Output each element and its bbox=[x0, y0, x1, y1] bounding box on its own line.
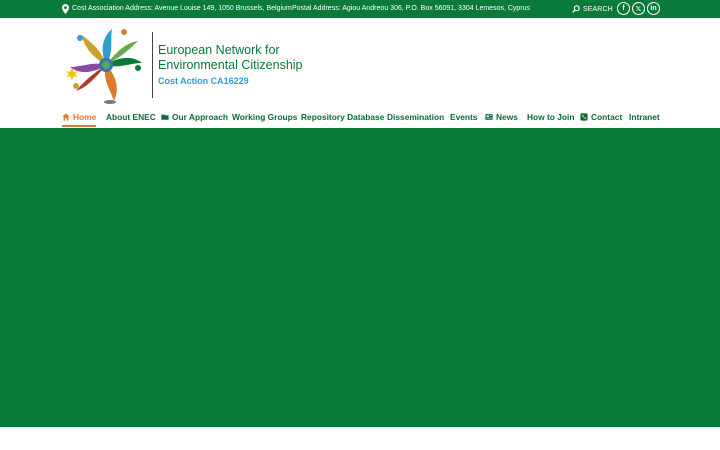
facebook-icon: f bbox=[622, 5, 625, 12]
nav-intranet[interactable]: Intranet bbox=[629, 110, 660, 124]
nav-repository-database-label: Repository Database bbox=[301, 112, 385, 122]
nav-how-to-join-label: How to Join bbox=[527, 112, 575, 122]
facebook-link[interactable]: f bbox=[617, 2, 630, 15]
site-title-line1: European Network for bbox=[158, 43, 280, 57]
linkedin-icon: in bbox=[650, 5, 657, 12]
search-icon bbox=[572, 5, 580, 13]
location-pin-icon bbox=[62, 4, 69, 14]
nav-dissemination[interactable]: Dissemination bbox=[387, 110, 444, 124]
nav-how-to-join[interactable]: How to Join bbox=[527, 110, 574, 124]
folder-icon bbox=[161, 114, 169, 120]
nav-contact[interactable]: Contact bbox=[580, 110, 622, 124]
enec-logo-icon[interactable] bbox=[62, 22, 150, 108]
nav-events-label: Events bbox=[450, 112, 478, 122]
below-hero-area bbox=[0, 427, 720, 450]
nav-working-groups-label: Working Groups bbox=[232, 112, 298, 122]
linkedin-link[interactable]: in bbox=[647, 2, 660, 15]
phone-icon bbox=[580, 113, 588, 121]
x-icon: 𝕏 bbox=[635, 5, 642, 13]
nav-home[interactable]: Home bbox=[62, 110, 97, 127]
main-nav: Home About ENEC Our Approach Working Gro… bbox=[0, 106, 720, 128]
nav-news[interactable]: News bbox=[485, 110, 518, 124]
nav-dissemination-label: Dissemination bbox=[387, 112, 445, 122]
search-button[interactable]: SEARCH bbox=[572, 3, 613, 15]
site-title[interactable]: European Network for Environmental Citiz… bbox=[158, 43, 303, 73]
site-title-line2: Environmental Citizenship bbox=[158, 58, 303, 72]
nav-repository-database[interactable]: Repository Database bbox=[301, 110, 384, 124]
nav-our-approach-label: Our Approach bbox=[172, 112, 228, 122]
site-subtitle: Cost Action CA16229 bbox=[158, 76, 249, 86]
nav-about-enec-label: About ENEC bbox=[106, 112, 156, 122]
nav-about-enec[interactable]: About ENEC bbox=[106, 110, 156, 124]
nav-events[interactable]: Events bbox=[450, 110, 477, 124]
postal-address: Postal Address: Agiou Andreou 306, P.O. … bbox=[292, 5, 531, 12]
nav-home-label: Home bbox=[73, 112, 97, 122]
top-bar: Cost Association Address: Avenue Louise … bbox=[0, 0, 720, 18]
newspaper-icon bbox=[485, 114, 493, 120]
nav-our-approach[interactable]: Our Approach bbox=[161, 110, 228, 124]
x-link[interactable]: 𝕏 bbox=[632, 2, 645, 15]
nav-working-groups[interactable]: Working Groups bbox=[232, 110, 297, 124]
nav-news-label: News bbox=[496, 112, 518, 122]
home-icon bbox=[62, 113, 70, 121]
nav-contact-label: Contact bbox=[591, 112, 623, 122]
search-label: SEARCH bbox=[583, 5, 613, 13]
nav-intranet-label: Intranet bbox=[629, 112, 660, 122]
logo-divider bbox=[152, 32, 153, 98]
hero-banner bbox=[0, 128, 720, 427]
cost-address: Cost Association Address: Avenue Louise … bbox=[72, 5, 292, 12]
